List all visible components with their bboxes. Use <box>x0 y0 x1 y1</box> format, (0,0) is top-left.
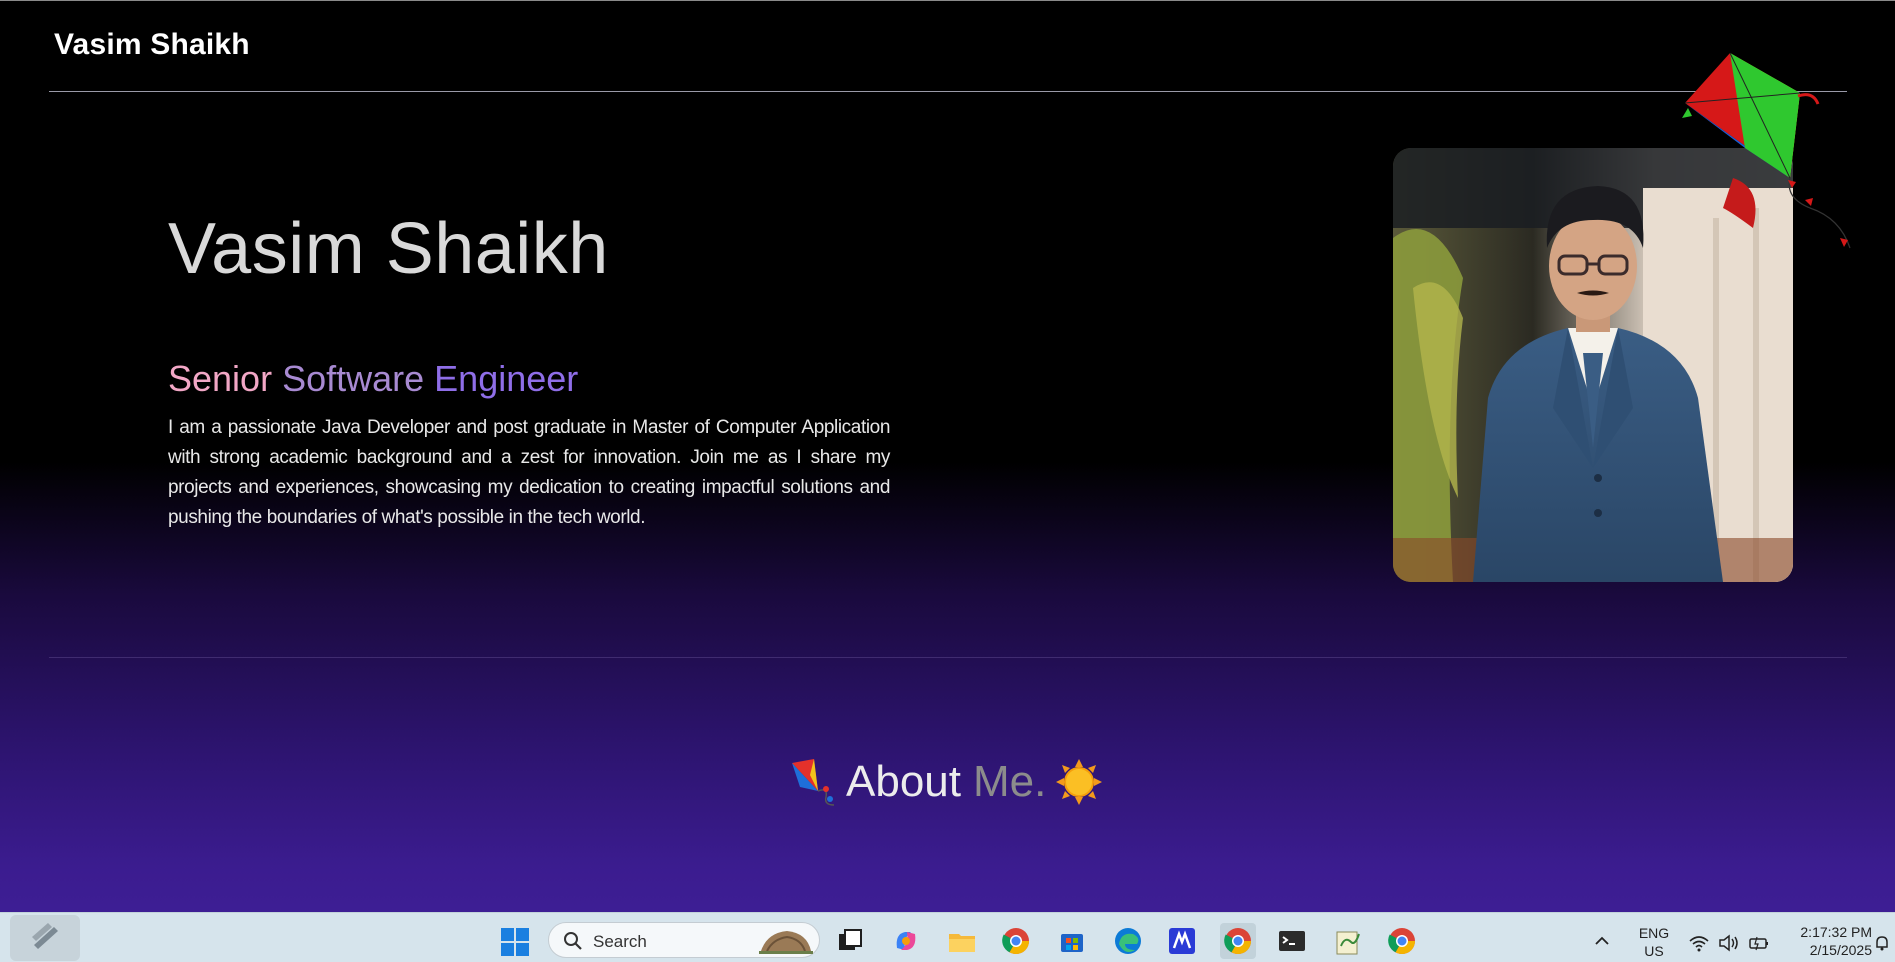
language-line2: US <box>1644 943 1664 959</box>
windows-taskbar: Search ENG US 2:17:32 PM 2/15/2025 <box>0 912 1895 962</box>
about-heading: About Me. <box>788 754 1103 810</box>
app-button[interactable] <box>1164 923 1200 959</box>
language-line1: ENG <box>1638 925 1670 941</box>
navbar: Vasim Shaikh <box>0 0 1895 92</box>
kite-emoji-icon <box>792 759 835 806</box>
copilot-button[interactable] <box>888 923 924 959</box>
terminal-button[interactable] <box>1274 923 1310 959</box>
hero-role: Senior Software Engineer <box>168 358 578 400</box>
chrome-icon <box>1224 928 1252 955</box>
start-icon[interactable] <box>500 927 530 957</box>
chrome-active-button[interactable] <box>1220 923 1256 959</box>
store-icon <box>1061 934 1083 952</box>
widgets-button[interactable] <box>10 915 80 961</box>
store-button[interactable] <box>1054 923 1090 959</box>
clock-time: 2:17:32 PM <box>1800 924 1872 940</box>
kite-icon <box>1680 48 1855 258</box>
role-word-engineer: Engineer <box>434 358 579 399</box>
notepad-button[interactable] <box>1330 923 1366 959</box>
brand-link[interactable]: Vasim Shaikh <box>54 28 250 62</box>
chrome-icon <box>1002 928 1030 955</box>
navbar-divider <box>49 91 1847 92</box>
task-view-icon <box>839 929 862 950</box>
role-word-senior: Senior <box>168 358 273 399</box>
search-label: Search <box>593 932 647 951</box>
edge-button[interactable] <box>1110 923 1146 959</box>
chevron-up-icon[interactable] <box>1594 933 1610 949</box>
copilot-icon <box>896 932 916 950</box>
file-explorer-button[interactable] <box>944 923 980 959</box>
sun-emoji-icon <box>1056 759 1103 805</box>
volume-icon[interactable] <box>1718 933 1740 953</box>
role-word-software: Software <box>282 358 425 399</box>
search-icon <box>564 932 582 950</box>
taskbar-clock[interactable]: 2:17:32 PM 2/15/2025 <box>1782 923 1872 959</box>
about-word-me: Me. <box>972 757 1047 806</box>
clock-date: 2/15/2025 <box>1809 942 1872 958</box>
language-indicator[interactable]: ENG US <box>1634 924 1674 960</box>
wifi-icon[interactable] <box>1688 933 1710 953</box>
taskbar-search[interactable]: Search <box>548 922 820 958</box>
battery-icon[interactable] <box>1748 933 1770 953</box>
hero-name: Vasim Shaikh <box>168 209 609 289</box>
widgets-icon <box>32 923 58 949</box>
notification-icon[interactable] <box>1874 935 1890 951</box>
notepad-icon <box>1336 931 1360 955</box>
edge-icon <box>1115 928 1141 954</box>
file-explorer-icon <box>949 934 975 952</box>
search-highlight-icon <box>759 931 813 954</box>
portfolio-page: Vasim Shaikh Vasim Shaikh Senior Softwar… <box>0 0 1895 912</box>
task-view-button[interactable] <box>832 923 868 959</box>
hero-description: I am a passionate Java Developer and pos… <box>168 417 890 528</box>
section-divider <box>49 657 1847 658</box>
chrome-button-2[interactable] <box>1384 923 1420 959</box>
about-word-about: About <box>846 757 961 806</box>
chrome-icon <box>1388 928 1416 955</box>
chrome-button[interactable] <box>998 923 1034 959</box>
terminal-icon <box>1279 931 1305 951</box>
app-icon <box>1169 928 1195 954</box>
